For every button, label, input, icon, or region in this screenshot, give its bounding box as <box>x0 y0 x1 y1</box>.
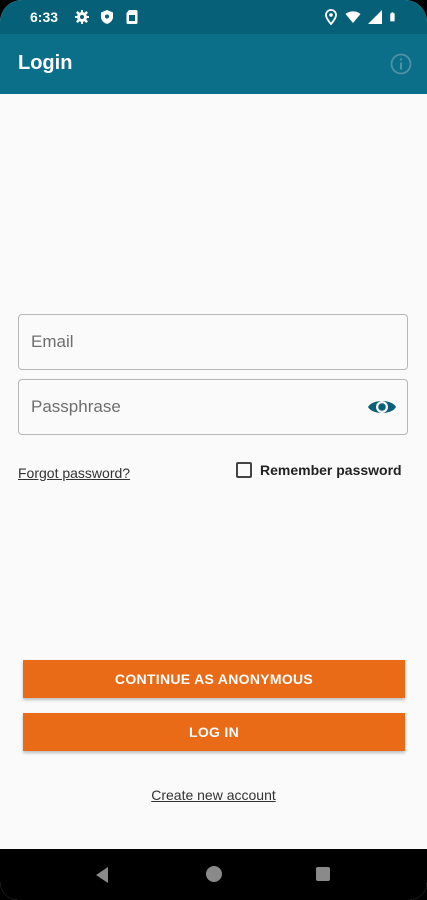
continue-anonymous-button[interactable]: CONTINUE AS ANONYMOUS <box>23 660 405 698</box>
status-right-icons <box>323 9 399 25</box>
status-bar: 6:33 <box>0 0 427 34</box>
back-icon[interactable] <box>94 866 110 884</box>
gear-icon <box>75 10 89 24</box>
home-icon[interactable] <box>205 865 223 883</box>
sim-card-icon <box>126 10 138 24</box>
create-account-row: Create new account <box>0 787 427 803</box>
forgot-password-link[interactable]: Forgot password? <box>18 465 130 481</box>
email-field <box>18 314 408 370</box>
info-icon[interactable] <box>390 53 412 75</box>
status-left-icons <box>74 9 140 25</box>
status-time: 6:33 <box>30 9 59 25</box>
email-input[interactable] <box>19 315 407 369</box>
remember-password-checkbox[interactable] <box>236 462 252 478</box>
signal-icon <box>368 10 382 24</box>
passphrase-field <box>18 379 408 435</box>
login-button[interactable]: LOG IN <box>23 713 405 751</box>
eye-icon[interactable] <box>367 395 397 419</box>
location-icon <box>325 9 337 25</box>
page-title: Login <box>18 52 73 74</box>
create-account-link[interactable]: Create new account <box>151 787 276 803</box>
wifi-icon <box>345 11 361 23</box>
battery-icon <box>390 12 395 22</box>
passphrase-input[interactable] <box>19 380 407 434</box>
recents-icon[interactable] <box>315 866 331 882</box>
remember-password-toggle[interactable]: Remember password <box>236 462 402 478</box>
navigation-bar <box>0 849 427 900</box>
shield-icon <box>101 10 113 24</box>
app-bar: Login <box>0 34 427 94</box>
phone-screen: 6:33 Login Email Forgot password? Rememb… <box>0 0 427 900</box>
remember-password-label: Remember password <box>260 462 402 478</box>
